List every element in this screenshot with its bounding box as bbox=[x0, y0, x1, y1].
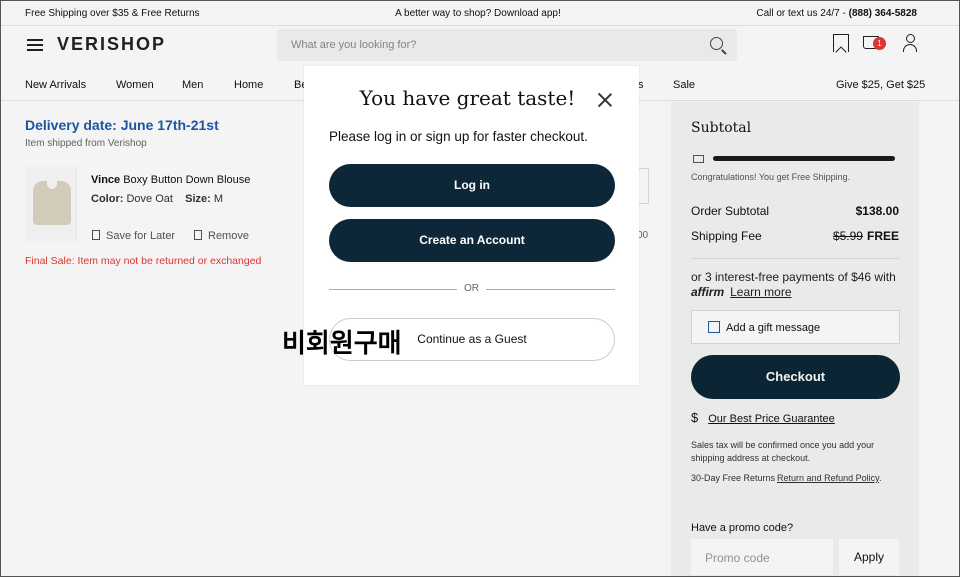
create-account-button[interactable]: Create an Account bbox=[329, 219, 615, 262]
modal-subtitle: Please log in or sign up for faster chec… bbox=[329, 129, 588, 144]
login-button[interactable]: Log in bbox=[329, 164, 615, 207]
or-divider-right bbox=[486, 289, 615, 290]
modal-title: You have great taste! bbox=[359, 86, 576, 110]
or-label: OR bbox=[464, 283, 479, 294]
close-icon[interactable] bbox=[596, 91, 614, 109]
or-divider-left bbox=[329, 289, 457, 290]
page: Free Shipping over $35 & Free Returns A … bbox=[1, 1, 959, 576]
guest-purchase-annotation: 비회원구매 bbox=[282, 329, 402, 359]
